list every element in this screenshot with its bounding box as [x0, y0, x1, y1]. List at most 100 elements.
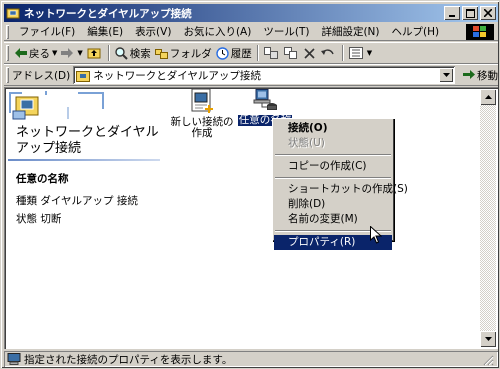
menu-separator — [275, 154, 391, 156]
webview-header-art — [9, 91, 104, 120]
chevron-down-icon — [484, 337, 492, 341]
status-text: 指定された接続のプロパティを表示します。 — [24, 353, 233, 366]
back-arrow-icon — [15, 48, 27, 58]
type-info: 種類 ダイヤルアップ 接続 — [16, 193, 138, 208]
history-button[interactable]: 履歴 — [214, 43, 254, 63]
menu-tools[interactable]: ツール(T) — [257, 24, 315, 39]
status-label: 状態 — [16, 213, 37, 225]
menubar-grip[interactable] — [6, 25, 9, 39]
menu-item-create-shortcut[interactable]: ショートカットの作成(S) — [274, 182, 408, 197]
addressbar-grip[interactable] — [6, 67, 9, 83]
up-folder-icon — [87, 48, 101, 59]
standard-toolbar: 戻る ▼ ▼ 検索 フォルダ 履歴 ▼ — [4, 42, 498, 64]
copy-to-button[interactable] — [282, 43, 302, 63]
menu-item-status: 状態(U) — [288, 137, 325, 149]
move-to-icon — [263, 47, 278, 59]
type-value: ダイヤルアップ 接続 — [40, 195, 138, 207]
back-dropdown-icon[interactable]: ▼ — [52, 49, 57, 57]
new-connection-icon — [191, 88, 213, 113]
new-connection-item[interactable]: 新しい接続の作成 — [169, 87, 235, 139]
menu-view[interactable]: 表示(V) — [129, 24, 177, 39]
search-label: 検索 — [129, 47, 151, 60]
toolbar-separator — [107, 45, 110, 61]
menu-file[interactable]: ファイル(F) — [13, 24, 81, 39]
resize-grip-icon[interactable] — [482, 354, 494, 366]
folder-content: ネットワークとダイヤルアップ接続 任意の名称 種類 ダイヤルアップ 接続 状態 … — [4, 87, 498, 349]
menu-bar: ファイル(F) 編集(E) 表示(V) お気に入り(A) ツール(T) 詳細設定… — [4, 23, 498, 41]
dialup-connection-icon — [253, 89, 277, 110]
forward-arrow-icon — [61, 48, 74, 58]
address-input[interactable]: ネットワークとダイヤルアップ接続 — [73, 66, 455, 84]
status-value: 切断 — [40, 213, 62, 225]
scroll-down-button[interactable] — [480, 331, 496, 347]
status-info: 状態 切断 — [16, 211, 61, 226]
forward-button[interactable]: ▼ — [59, 43, 84, 63]
new-connection-label: 新しい接続の作成 — [170, 116, 234, 139]
views-icon — [348, 47, 363, 59]
windows-logo-icon — [473, 26, 486, 37]
scroll-up-button[interactable] — [480, 89, 496, 105]
address-dropdown-button[interactable] — [439, 68, 453, 82]
panel-divider — [8, 159, 160, 161]
go-arrow-icon — [463, 69, 475, 79]
context-menu: 接続(O) 状態(U) コピーの作成(C) ショートカットの作成(S) 削除(D… — [272, 118, 408, 250]
minimize-button[interactable] — [444, 6, 460, 20]
menu-favorites[interactable]: お気に入り(A) — [177, 24, 257, 39]
menu-separator — [275, 177, 391, 179]
title-bar[interactable]: ネットワークとダイヤルアップ接続 — [4, 4, 498, 22]
menu-item-rename[interactable]: 名前の変更(M) — [274, 212, 392, 227]
toolbar-grip[interactable] — [6, 45, 9, 61]
menu-item-delete[interactable]: 削除(D) — [274, 197, 392, 212]
status-bar: 指定された接続のプロパティを表示します。 — [4, 351, 498, 367]
move-to-button[interactable] — [262, 43, 282, 63]
back-button[interactable]: 戻る ▼ — [13, 43, 59, 63]
menu-item-create-copy[interactable]: コピーの作成(C) — [274, 159, 392, 174]
chevron-down-icon — [442, 73, 450, 77]
explorer-window: ネットワークとダイヤルアップ接続 ファイル(F) 編集(E) 表示(V) お気に… — [0, 0, 500, 369]
folders-icon — [154, 49, 168, 59]
windows-logo-throbber — [466, 24, 494, 40]
network-folder-icon — [6, 8, 20, 19]
address-label: アドレス(D) — [11, 69, 71, 82]
delete-icon — [304, 47, 315, 59]
chevron-up-icon — [484, 95, 492, 99]
undo-icon — [320, 49, 334, 55]
undo-button[interactable] — [319, 43, 339, 63]
menu-item-connect[interactable]: 接続(O) — [274, 121, 392, 136]
window-title: ネットワークとダイヤルアップ接続 — [24, 7, 192, 20]
toolbar-separator — [256, 45, 259, 61]
maximize-button[interactable] — [462, 6, 478, 20]
maximize-icon — [465, 8, 475, 18]
menu-help[interactable]: ヘルプ(H) — [386, 24, 446, 39]
views-button[interactable]: ▼ — [347, 43, 374, 63]
vertical-scrollbar[interactable] — [480, 89, 496, 347]
folders-button[interactable]: フォルダ — [153, 43, 214, 63]
close-icon — [484, 9, 492, 17]
selected-item-name: 任意の名称 — [16, 173, 69, 185]
up-folder-button[interactable] — [85, 43, 105, 63]
search-icon — [115, 46, 128, 60]
menu-advanced[interactable]: 詳細設定(N) — [315, 24, 385, 39]
history-label: 履歴 — [230, 47, 252, 60]
status-computer-icon — [7, 353, 21, 365]
go-label: 移動 — [477, 69, 498, 82]
panel-title: ネットワークとダイヤルアップ接続 — [16, 125, 159, 156]
network-folder-icon — [76, 70, 91, 82]
mouse-cursor-icon — [370, 226, 382, 244]
views-dropdown-icon[interactable]: ▼ — [367, 49, 372, 57]
address-bar: アドレス(D) ネットワークとダイヤルアップ接続 移動 — [4, 64, 498, 86]
history-icon — [216, 46, 229, 60]
minimize-icon — [449, 15, 455, 17]
delete-button[interactable] — [302, 43, 319, 63]
toolbar-separator — [341, 45, 344, 61]
search-button[interactable]: 検索 — [113, 43, 153, 63]
close-button[interactable] — [480, 6, 496, 20]
type-label: 種類 — [16, 195, 37, 207]
folders-label: フォルダ — [169, 47, 212, 60]
menu-edit[interactable]: 編集(E) — [81, 24, 129, 39]
go-button[interactable]: 移動 — [463, 68, 498, 83]
copy-to-icon — [283, 47, 297, 59]
address-value: ネットワークとダイヤルアップ接続 — [93, 69, 261, 82]
forward-dropdown-icon[interactable]: ▼ — [77, 49, 82, 57]
back-label: 戻る — [29, 47, 50, 60]
